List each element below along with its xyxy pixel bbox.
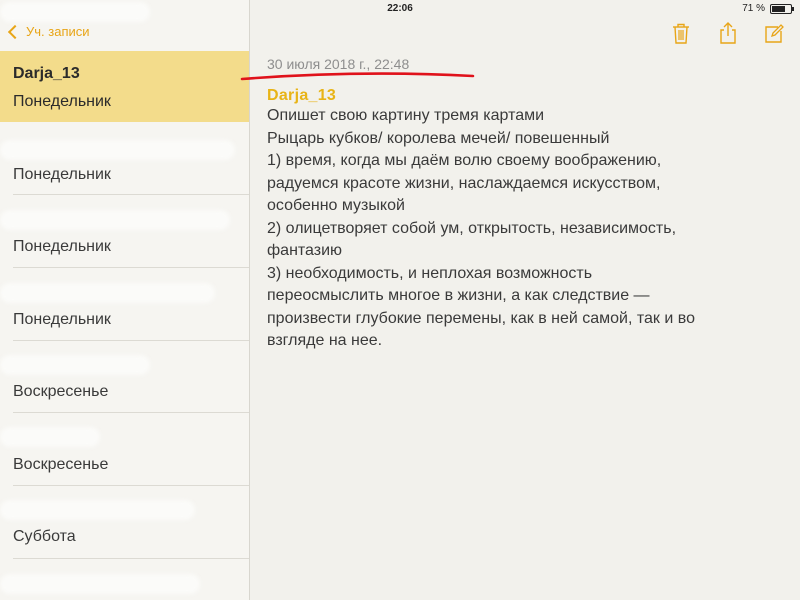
note-line: Рыцарь кубков/ королева мечей/ повешенны… xyxy=(267,129,610,147)
divider xyxy=(13,558,249,559)
list-item[interactable]: Понедельник xyxy=(0,195,249,267)
share-icon[interactable] xyxy=(718,22,738,44)
note-item-title: Darja_13 xyxy=(13,65,80,82)
note-line: 2) олицетворяет собой ум, открытость, не… xyxy=(267,219,677,237)
note-item-day: Понедельник xyxy=(13,238,111,255)
note-item-day: Суббота xyxy=(13,528,76,545)
note-line: особенно музыкой xyxy=(267,197,405,214)
list-item[interactable]: Понедельник xyxy=(0,268,249,340)
notes-sidebar: Уч. записи Darja_13 Понедельник Понедель… xyxy=(0,0,250,600)
chevron-left-icon xyxy=(7,24,23,39)
annotation-underline xyxy=(240,72,475,81)
note-line: радуемся красоте жизни, наслаждаемся иск… xyxy=(267,174,661,192)
list-item[interactable]: Понедельник xyxy=(0,122,249,194)
redacted-text xyxy=(0,2,150,22)
note-text: Опишет свою картину тремя картами Рыцарь … xyxy=(267,105,792,353)
note-item-subtitle: Понедельник xyxy=(13,93,111,110)
note-line: 3) необходимость, и неплохая возможность xyxy=(267,264,593,282)
note-line: 1) время, когда мы даём волю своему вооб… xyxy=(267,152,662,169)
note-detail: 30 июля 2018 г., 22:48 Darja_13 Опишет с… xyxy=(240,0,800,600)
list-item[interactable]: Суббота xyxy=(0,486,249,558)
list-item[interactable]: Воскресенье xyxy=(0,413,249,485)
trash-icon[interactable] xyxy=(671,22,691,44)
redacted-text xyxy=(0,574,200,594)
list-item[interactable]: Воскресенье xyxy=(0,341,249,413)
note-item-selected[interactable]: Darja_13 Понедельник xyxy=(0,51,249,122)
note-item-day: Понедельник xyxy=(13,311,111,328)
back-button[interactable]: Уч. записи xyxy=(7,24,90,39)
note-line: переосмыслить многое в жизни, а как след… xyxy=(267,287,650,304)
note-body[interactable]: Darja_13 Опишет свою картину тремя карта… xyxy=(267,87,792,353)
compose-icon[interactable] xyxy=(764,22,784,44)
back-button-label: Уч. записи xyxy=(26,24,90,39)
note-line: фантазию xyxy=(267,242,343,259)
note-item-day: Воскресенье xyxy=(13,383,109,400)
note-item-day: Воскресенье xyxy=(13,456,109,473)
note-line: произвести глубокие перемены, как в ней … xyxy=(267,309,695,327)
note-title: Darja_13 xyxy=(267,87,337,104)
note-line: взгляде на нее. xyxy=(267,332,383,349)
note-line: Опишет свою картину тремя картами xyxy=(267,107,545,124)
note-item-day: Понедельник xyxy=(13,166,111,183)
